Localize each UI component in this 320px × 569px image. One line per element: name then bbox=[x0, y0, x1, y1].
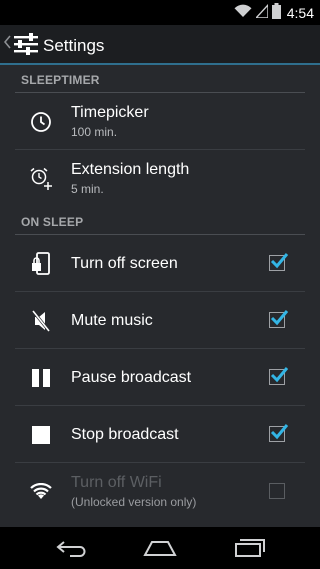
pref-title: Turn off screen bbox=[71, 255, 178, 272]
pref-timepicker[interactable]: Timepicker 100 min. bbox=[15, 93, 305, 150]
sliders-icon[interactable] bbox=[14, 32, 38, 61]
pref-extension-length[interactable]: Extension length 5 min. bbox=[15, 150, 305, 207]
checkbox-pause-broadcast[interactable] bbox=[269, 367, 289, 385]
signal-icon bbox=[254, 2, 269, 23]
alarm-add-icon bbox=[29, 167, 53, 191]
battery-icon bbox=[271, 2, 281, 24]
pref-summary: 100 min. bbox=[71, 125, 118, 139]
navigation-bar bbox=[0, 527, 320, 569]
section-header-on-sleep: ON SLEEP bbox=[15, 207, 305, 235]
pref-mute-music[interactable]: Mute music bbox=[15, 292, 305, 349]
pref-summary: (Unlocked version only) bbox=[71, 495, 197, 509]
mute-icon bbox=[29, 309, 53, 333]
pref-pause-broadcast[interactable]: Pause broadcast bbox=[15, 349, 305, 406]
settings-list: SLEEPTIMER Timepicker 100 min. Extension… bbox=[0, 65, 320, 527]
back-icon[interactable] bbox=[48, 534, 96, 562]
checkbox-turn-off-wifi[interactable] bbox=[269, 483, 285, 499]
pref-stop-broadcast[interactable]: Stop broadcast bbox=[15, 406, 305, 463]
clock-time: 4:54 bbox=[286, 5, 314, 21]
pref-title: Timepicker bbox=[71, 104, 149, 121]
recents-icon[interactable] bbox=[226, 534, 274, 562]
pref-title: Stop broadcast bbox=[71, 426, 179, 443]
pref-title: Extension length bbox=[71, 161, 190, 178]
page-title[interactable]: Settings bbox=[43, 36, 104, 56]
pref-turn-off-screen[interactable]: Turn off screen bbox=[15, 235, 305, 292]
home-icon[interactable] bbox=[136, 534, 184, 562]
checkbox-turn-off-screen[interactable] bbox=[269, 253, 289, 271]
check-icon bbox=[270, 253, 289, 269]
up-caret-icon[interactable] bbox=[3, 35, 11, 54]
pref-title: Turn off WiFi bbox=[71, 474, 162, 491]
check-icon bbox=[270, 367, 289, 383]
wifi-icon bbox=[29, 480, 53, 504]
stop-icon bbox=[29, 423, 53, 447]
check-icon bbox=[270, 424, 289, 440]
section-header-sleeptimer: SLEEPTIMER bbox=[15, 65, 305, 93]
pref-title: Mute music bbox=[71, 312, 153, 329]
action-bar: Settings bbox=[0, 25, 320, 65]
checkbox-mute-music[interactable] bbox=[269, 310, 289, 328]
wifi-icon bbox=[234, 4, 252, 23]
pause-icon bbox=[29, 366, 53, 390]
pref-summary: 5 min. bbox=[71, 182, 104, 196]
status-bar: 4:54 bbox=[0, 0, 320, 25]
check-icon bbox=[270, 310, 289, 326]
clock-icon bbox=[29, 110, 53, 134]
pref-title: Pause broadcast bbox=[71, 369, 192, 386]
screen-lock-icon bbox=[29, 252, 53, 276]
checkbox-stop-broadcast[interactable] bbox=[269, 424, 289, 442]
pref-turn-off-wifi[interactable]: Turn off WiFi (Unlocked version only) bbox=[15, 463, 305, 520]
